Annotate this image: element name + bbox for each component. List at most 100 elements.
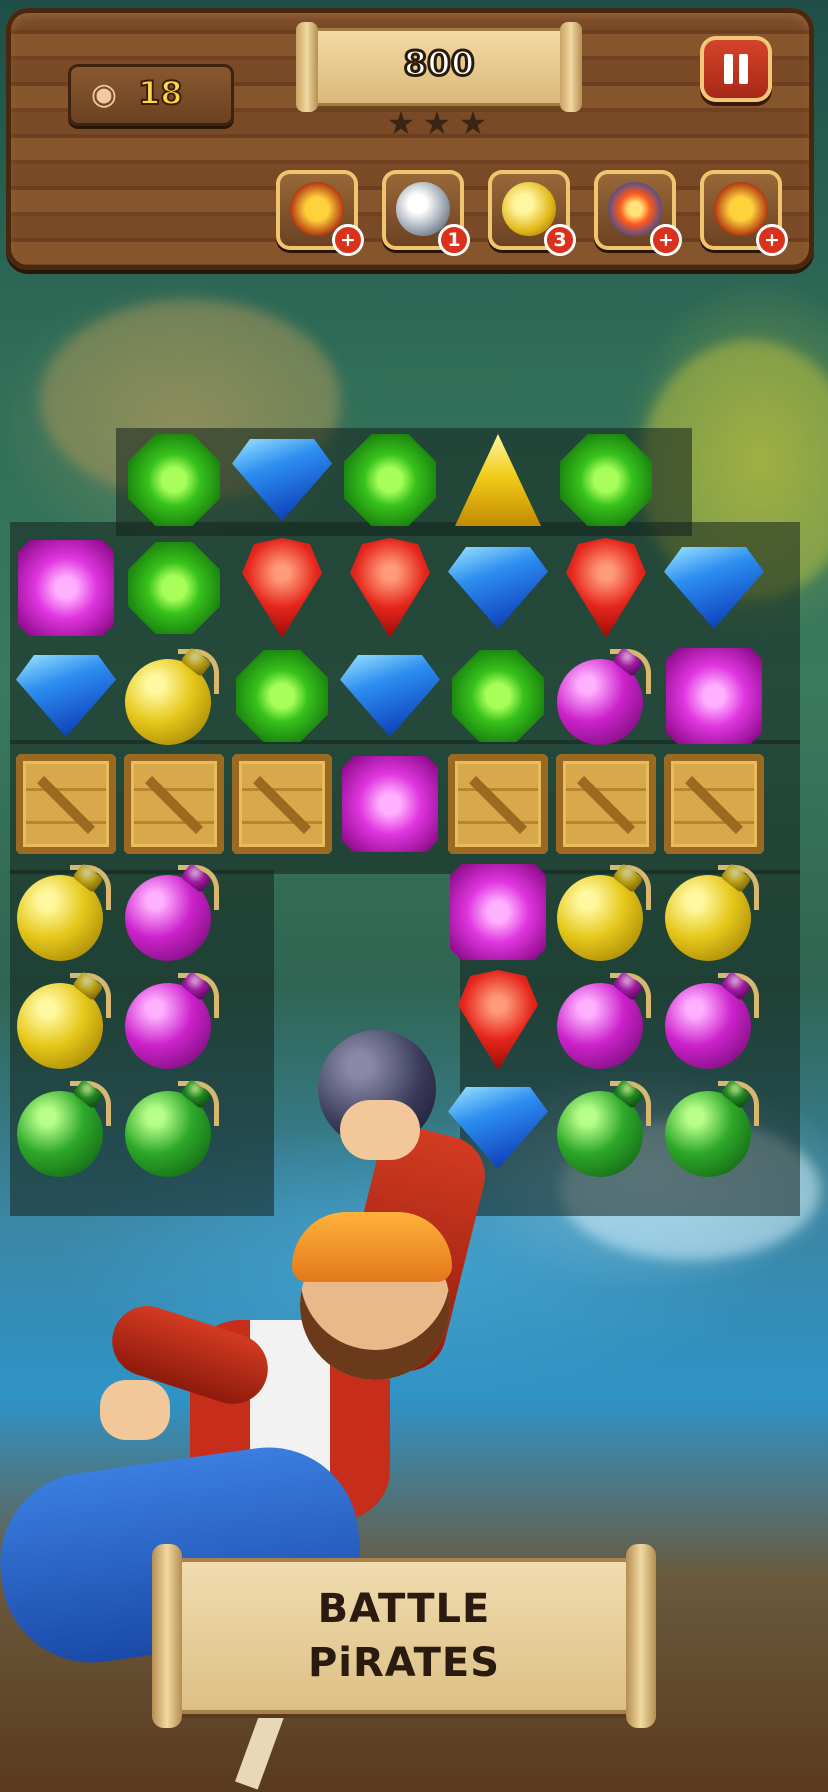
wooden-crate-icon (556, 754, 656, 854)
board-cell-crate[interactable] (554, 752, 658, 856)
fuse-icon (177, 649, 219, 695)
board-cell-bomb[interactable] (122, 968, 226, 1072)
pirate-bandana (292, 1212, 452, 1282)
yellow-bomb-icon (16, 973, 111, 1070)
board-cell-gem[interactable] (338, 752, 442, 856)
green-gem-icon (344, 434, 436, 526)
fuse-icon (69, 1081, 111, 1127)
fuse-icon (717, 865, 759, 911)
booster-fire-orb[interactable]: + (594, 170, 682, 256)
pause-button[interactable] (700, 36, 772, 102)
fuse-icon (609, 865, 651, 911)
board-cell-bomb[interactable] (554, 860, 658, 964)
board-cell-bomb[interactable] (14, 968, 118, 1072)
purple-gem-icon (342, 756, 438, 852)
green-gem-icon (236, 650, 328, 742)
board-cell-crate[interactable] (446, 752, 550, 856)
red-gem-icon (242, 538, 322, 638)
board-cell-gem[interactable] (446, 536, 550, 640)
star-icon: ★ (386, 104, 416, 142)
board-cell-crate[interactable] (662, 752, 766, 856)
red-gem-icon (566, 538, 646, 638)
green-bomb-icon (124, 1081, 219, 1178)
yellow-bomb-icon (664, 865, 759, 962)
fuse-icon (609, 1081, 651, 1127)
red-gem-icon (458, 970, 538, 1070)
title-banner: BATTLE PiRATES (152, 1544, 656, 1728)
purple-bomb-icon (664, 973, 759, 1070)
board-cell-bomb[interactable] (662, 1076, 766, 1180)
board-cell-crate[interactable] (122, 752, 226, 856)
board-cell-bomb[interactable] (554, 1076, 658, 1180)
board-cell-bomb[interactable] (14, 860, 118, 964)
board-cell-gem[interactable] (122, 536, 226, 640)
green-bomb-icon (16, 1081, 111, 1178)
board-cell-bomb[interactable] (554, 644, 658, 748)
board-cell-gem[interactable] (446, 860, 550, 964)
board-cell-bomb[interactable] (122, 860, 226, 964)
blue-gem-icon (448, 547, 548, 629)
green-bomb-icon (664, 1081, 759, 1178)
board-cell-gem[interactable] (338, 536, 442, 640)
board-cell-bomb[interactable] (662, 860, 766, 964)
moves-counter: ◉ 18 (68, 64, 234, 126)
wooden-crate-icon (16, 754, 116, 854)
blue-gem-icon (232, 439, 332, 521)
green-gem-icon (128, 542, 220, 634)
green-gem-icon (128, 434, 220, 526)
yellow-bomb-icon (556, 865, 651, 962)
board-cell-bomb[interactable] (14, 1076, 118, 1180)
board-cell-crate[interactable] (230, 752, 334, 856)
board-cell-bomb[interactable] (662, 968, 766, 1072)
purple-bomb-icon (556, 649, 651, 746)
purple-bomb-icon (124, 973, 219, 1070)
board-cell-gem[interactable] (230, 428, 334, 532)
board-cell-gem[interactable] (14, 536, 118, 640)
booster-badge: + (756, 224, 788, 256)
fuse-icon (69, 973, 111, 1019)
board-cell-bomb[interactable] (122, 1076, 226, 1180)
booster-silver-potion[interactable]: 1 (382, 170, 470, 256)
board-cell-gem[interactable] (554, 428, 658, 532)
board-cell-gem[interactable] (338, 428, 442, 532)
board-cell-gem[interactable] (662, 644, 766, 748)
board-cell-gem[interactable] (14, 644, 118, 748)
yellow-gem-icon (455, 434, 541, 526)
board-cell-gem[interactable] (230, 536, 334, 640)
board-cell-gem[interactable] (662, 536, 766, 640)
fuse-icon (69, 865, 111, 911)
wooden-crate-icon (664, 754, 764, 854)
purple-gem-icon (18, 540, 114, 636)
board-cell-gem[interactable] (230, 644, 334, 748)
purple-bomb-icon (556, 973, 651, 1070)
fuse-icon (717, 973, 759, 1019)
board-cell-gem[interactable] (554, 536, 658, 640)
booster-double-lightning[interactable]: + (700, 170, 788, 256)
green-gem-icon (560, 434, 652, 526)
board-cell-crate[interactable] (14, 752, 118, 856)
board-cell-gem[interactable] (446, 968, 550, 1072)
booster-gold-potion[interactable]: 3 (488, 170, 576, 256)
blue-gem-icon (340, 655, 440, 737)
board-cell-gem[interactable] (122, 428, 226, 532)
footprint-icon: ◉ (90, 77, 118, 112)
purple-gem-icon (666, 648, 762, 744)
wooden-crate-icon (448, 754, 548, 854)
wooden-crate-icon (124, 754, 224, 854)
purple-gem-icon (450, 864, 546, 960)
fuse-icon (177, 1081, 219, 1127)
pirate-fist (100, 1380, 170, 1440)
yellow-bomb-icon (124, 649, 219, 746)
moves-left-value: 18 (137, 73, 184, 113)
board-cell-gem[interactable] (446, 644, 550, 748)
booster-lightning[interactable]: + (276, 170, 364, 256)
board-cell-gem[interactable] (446, 428, 550, 532)
banner-line-1: BATTLE (317, 1586, 491, 1632)
banner-line-2: PiRATES (307, 1640, 501, 1686)
board-cell-gem[interactable] (338, 644, 442, 748)
board-cell-bomb[interactable] (554, 968, 658, 1072)
board-cell-bomb[interactable] (122, 644, 226, 748)
wooden-crate-icon (232, 754, 332, 854)
booster-badge: 3 (544, 224, 576, 256)
purple-bomb-icon (124, 865, 219, 962)
